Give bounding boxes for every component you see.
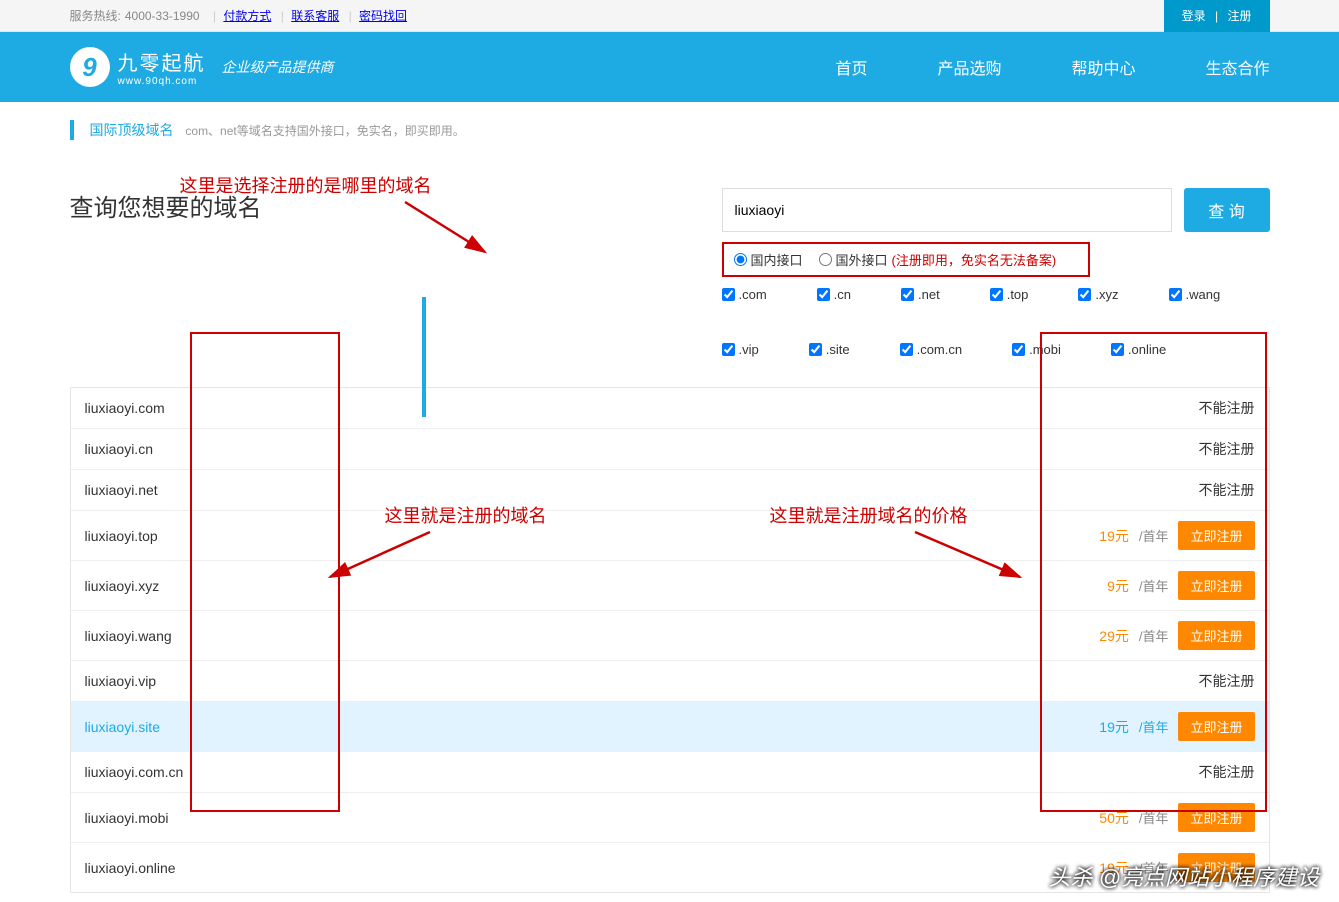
login-link[interactable]: 登录 bbox=[1176, 9, 1212, 23]
breadcrumb: 国际顶级域名 com、net等域名支持国外接口，免实名，即买即用。 bbox=[70, 102, 1270, 158]
result-status: 不能注册 bbox=[1199, 480, 1255, 500]
tld-checkbox-mobi[interactable]: .mobi bbox=[1012, 342, 1061, 357]
result-year-label: /首年 bbox=[1139, 526, 1169, 545]
result-status: 不能注册 bbox=[1199, 671, 1255, 691]
result-row[interactable]: liuxiaoyi.cn 不能注册 bbox=[71, 429, 1269, 470]
decorative-line bbox=[422, 297, 426, 417]
result-price: 50元 bbox=[1099, 808, 1129, 828]
result-price: 29元 bbox=[1099, 626, 1129, 646]
radio-domestic[interactable]: 国内接口 bbox=[734, 250, 803, 269]
breadcrumb-category[interactable]: 国际顶级域名 bbox=[90, 122, 174, 138]
search-button[interactable]: 查 询 bbox=[1184, 188, 1270, 232]
interface-selector: 国内接口 国外接口(注册即用，免实名无法备案) bbox=[722, 242, 1090, 277]
logo-tagline: 企业级产品提供商 bbox=[222, 57, 334, 77]
result-domain: liuxiaoyi.com bbox=[85, 400, 165, 416]
nav-help[interactable]: 帮助中心 bbox=[1071, 55, 1135, 79]
logo-title: 九零起航 bbox=[118, 47, 206, 76]
register-button[interactable]: 立即注册 bbox=[1178, 521, 1254, 550]
result-status: 不能注册 bbox=[1199, 439, 1255, 459]
tld-checkbox-comcn[interactable]: .com.cn bbox=[900, 342, 963, 357]
result-status: 不能注册 bbox=[1199, 762, 1255, 782]
topbar-left: 服务热线:4000-33-1990 | 付款方式 | 联系客服 | 密码找回 bbox=[70, 0, 408, 32]
result-row[interactable]: liuxiaoyi.xyz 9元/首年立即注册 bbox=[71, 561, 1269, 611]
register-link[interactable]: 注册 bbox=[1221, 9, 1257, 23]
logo[interactable]: 9 九零起航 www.90qh.com 企业级产品提供商 bbox=[70, 47, 334, 87]
tld-checkbox-vip[interactable]: .vip bbox=[722, 342, 759, 357]
hotline-label: 服务热线: bbox=[70, 9, 121, 23]
tld-checkbox-cn[interactable]: .cn bbox=[817, 287, 851, 302]
result-domain: liuxiaoyi.vip bbox=[85, 673, 157, 689]
nav-products[interactable]: 产品选购 bbox=[937, 55, 1001, 79]
result-year-label: /首年 bbox=[1139, 576, 1169, 595]
result-domain: liuxiaoyi.mobi bbox=[85, 810, 169, 826]
result-row[interactable]: liuxiaoyi.top 19元/首年立即注册 bbox=[71, 511, 1269, 561]
nav-home[interactable]: 首页 bbox=[835, 55, 867, 79]
register-button[interactable]: 立即注册 bbox=[1178, 571, 1254, 600]
result-price: 9元 bbox=[1107, 576, 1129, 596]
tld-checkbox-top[interactable]: .top bbox=[990, 287, 1029, 302]
register-button[interactable]: 立即注册 bbox=[1178, 712, 1254, 741]
tld-checkbox-wang[interactable]: .wang bbox=[1169, 287, 1221, 302]
tld-checkbox-site[interactable]: .site bbox=[809, 342, 850, 357]
tld-checkbox-xyz[interactable]: .xyz bbox=[1078, 287, 1118, 302]
breadcrumb-desc: com、net等域名支持国外接口，免实名，即买即用。 bbox=[185, 124, 464, 138]
result-row[interactable]: liuxiaoyi.com.cn 不能注册 bbox=[71, 752, 1269, 793]
result-domain: liuxiaoyi.xyz bbox=[85, 578, 160, 594]
domain-search-input[interactable] bbox=[722, 188, 1172, 232]
register-button[interactable]: 立即注册 bbox=[1178, 803, 1254, 832]
main-nav: 首页 产品选购 帮助中心 生态合作 bbox=[835, 55, 1269, 79]
topbar-link-payment[interactable]: 付款方式 bbox=[223, 9, 271, 23]
tld-checkbox-com[interactable]: .com bbox=[722, 287, 767, 302]
result-domain: liuxiaoyi.cn bbox=[85, 441, 153, 457]
tld-checkboxes: .com.cn.net.top.xyz.wang.vip.site.com.cn… bbox=[722, 287, 1270, 357]
radio-foreign[interactable]: 国外接口(注册即用，免实名无法备案) bbox=[819, 250, 1057, 269]
result-price: 19元 bbox=[1099, 526, 1129, 546]
register-button[interactable]: 立即注册 bbox=[1178, 621, 1254, 650]
result-domain: liuxiaoyi.wang bbox=[85, 628, 172, 644]
result-row[interactable]: liuxiaoyi.mobi 50元/首年立即注册 bbox=[71, 793, 1269, 843]
result-domain: liuxiaoyi.site bbox=[85, 719, 160, 735]
result-year-label: /首年 bbox=[1139, 717, 1169, 736]
result-row[interactable]: liuxiaoyi.site 19元/首年立即注册 bbox=[71, 702, 1269, 752]
result-domain: liuxiaoyi.net bbox=[85, 482, 158, 498]
tld-checkbox-net[interactable]: .net bbox=[901, 287, 940, 302]
result-domain: liuxiaoyi.online bbox=[85, 860, 176, 876]
tld-checkbox-online[interactable]: .online bbox=[1111, 342, 1166, 357]
topbar-link-contact[interactable]: 联系客服 bbox=[291, 9, 339, 23]
watermark: 头杀 @亮点网站小程序建设 bbox=[1049, 860, 1319, 892]
topbar-link-password[interactable]: 密码找回 bbox=[359, 9, 407, 23]
result-row[interactable]: liuxiaoyi.wang 29元/首年立即注册 bbox=[71, 611, 1269, 661]
result-row[interactable]: liuxiaoyi.net 不能注册 bbox=[71, 470, 1269, 511]
result-status: 不能注册 bbox=[1199, 398, 1255, 418]
logo-sub: www.90qh.com bbox=[118, 76, 206, 87]
result-price: 19元 bbox=[1099, 717, 1129, 737]
result-row[interactable]: liuxiaoyi.com 不能注册 bbox=[71, 388, 1269, 429]
result-row[interactable]: liuxiaoyi.vip 不能注册 bbox=[71, 661, 1269, 702]
result-domain: liuxiaoyi.com.cn bbox=[85, 764, 184, 780]
results-table: liuxiaoyi.com不能注册liuxiaoyi.cn不能注册liuxiao… bbox=[70, 387, 1270, 893]
result-year-label: /首年 bbox=[1139, 808, 1169, 827]
topbar-right: 登录 | 注册 bbox=[1164, 0, 1270, 32]
hotline: 4000-33-1990 bbox=[125, 9, 200, 23]
result-domain: liuxiaoyi.top bbox=[85, 528, 158, 544]
search-title: 查询您想要的域名 bbox=[70, 188, 297, 223]
nav-eco[interactable]: 生态合作 bbox=[1205, 55, 1269, 79]
result-year-label: /首年 bbox=[1139, 626, 1169, 645]
logo-icon: 9 bbox=[70, 47, 110, 87]
